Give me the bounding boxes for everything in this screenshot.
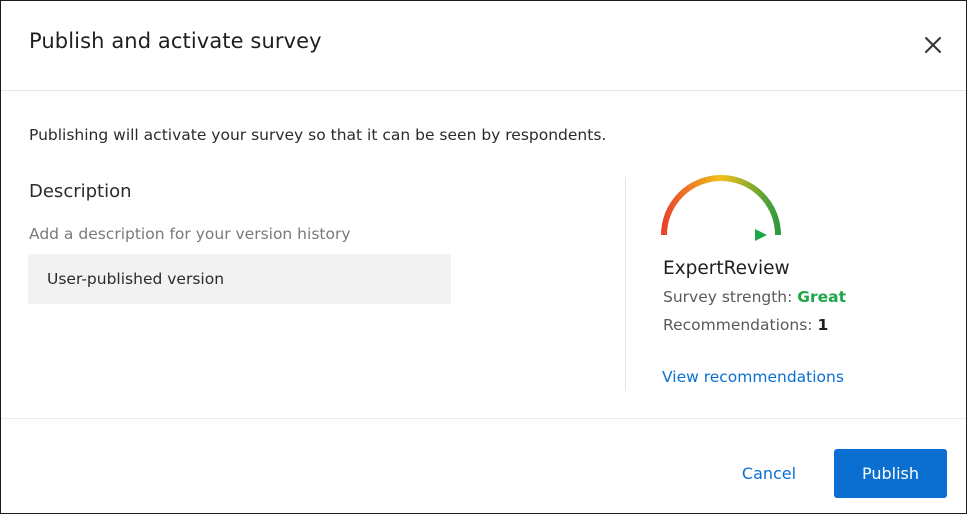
cancel-button[interactable]: Cancel — [723, 449, 815, 498]
recommendations: Recommendations: 1 — [663, 316, 828, 334]
close-icon[interactable] — [919, 31, 947, 59]
recommendations-label: Recommendations: — [663, 316, 813, 334]
survey-strength-label: Survey strength: — [663, 288, 793, 306]
survey-strength: Survey strength: Great — [663, 288, 846, 306]
gauge-icon — [657, 173, 785, 245]
recommendations-count: 1 — [817, 316, 829, 334]
intro-text: Publishing will activate your survey so … — [29, 126, 607, 144]
dialog-title: Publish and activate survey — [29, 29, 322, 53]
survey-strength-value: Great — [797, 288, 847, 306]
publish-button[interactable]: Publish — [834, 449, 947, 498]
dialog-header: Publish and activate survey — [1, 1, 966, 91]
expert-review-title: ExpertReview — [663, 258, 790, 279]
description-input[interactable] — [28, 254, 451, 304]
footer-divider — [1, 418, 966, 419]
description-hint: Add a description for your version histo… — [29, 225, 351, 243]
publish-dialog: Publish and activate survey Publishing w… — [0, 0, 967, 514]
description-label: Description — [29, 181, 132, 202]
vertical-divider — [625, 177, 626, 391]
view-recommendations-link[interactable]: View recommendations — [662, 368, 844, 386]
